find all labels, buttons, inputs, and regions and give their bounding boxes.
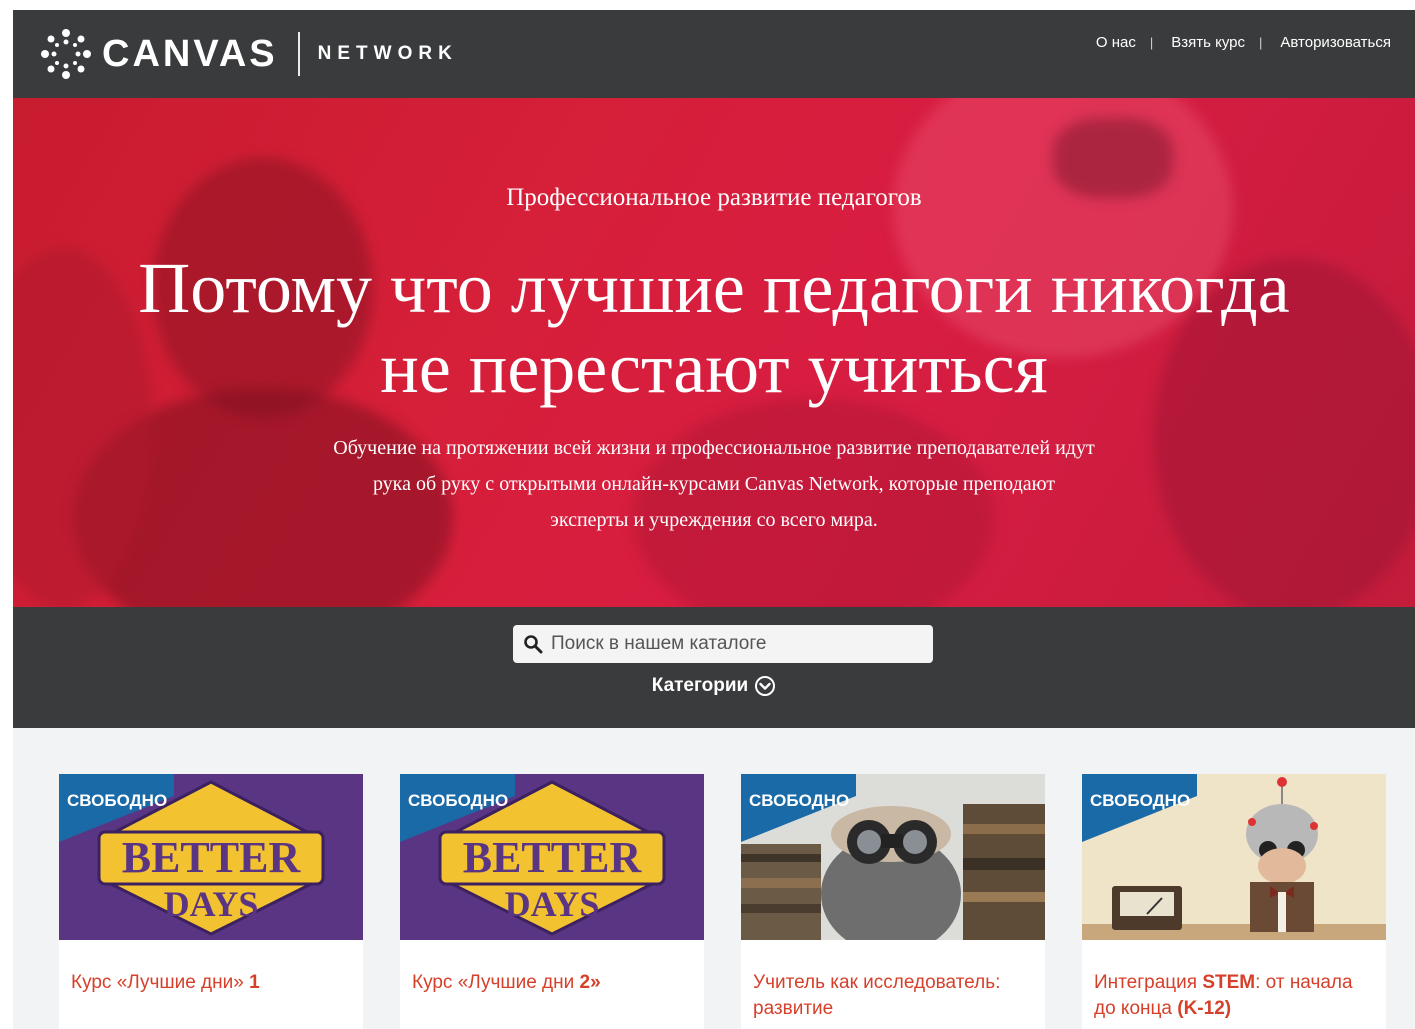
course-title[interactable]: Учитель как исследователь: развитие — [753, 970, 1033, 1022]
logo-network-text: NETWORK — [317, 43, 458, 64]
free-badge-label: СВОБОДНО — [67, 791, 168, 810]
logo-canvas-text: CANVAS — [102, 32, 278, 75]
top-header: CANVAS NETWORK О нас | Взять курс | Авто… — [13, 10, 1415, 98]
canvas-logo-icon — [41, 29, 91, 79]
chevron-down-circle-icon — [755, 676, 776, 696]
nav-login-link[interactable]: Авторизоваться — [1280, 34, 1391, 51]
catalog-search-box[interactable] — [513, 625, 933, 663]
nav-take-course-link[interactable]: Взять курс — [1171, 34, 1245, 51]
course-title-bold: 2» — [579, 972, 601, 993]
course-title-text: Курс «Лучшие дни — [412, 972, 580, 993]
course-title-text: Интеграция — [1094, 972, 1203, 993]
hero-banner: Профессиональное развитие педагогов Пото… — [13, 98, 1415, 607]
categories-toggle[interactable]: Категории — [13, 675, 1415, 697]
catalog-search-input[interactable] — [551, 633, 921, 655]
free-badge-label: СВОБОДНО — [408, 791, 509, 810]
hero-kicker: Профессиональное развитие педагогов — [506, 184, 922, 211]
free-badge-label: СВОБОДНО — [749, 791, 850, 810]
course-card[interactable]: СВОБОДНО Интеграция STEM: от начала до к… — [1082, 774, 1386, 1029]
hero-content: Профессиональное развитие педагогов Пото… — [13, 98, 1415, 607]
course-title[interactable]: Курс «Лучшие дни 2» — [412, 970, 692, 996]
course-title[interactable]: Курс «Лучшие дни» 1 — [71, 970, 351, 996]
search-band: Категории — [13, 607, 1415, 728]
days-text: DAYS — [164, 884, 259, 924]
logo-divider — [297, 32, 300, 76]
course-title-bold: 1 — [249, 972, 260, 993]
course-card[interactable]: BETTER DAYS СВОБОДНО Курс «Лучшие дни» 1 — [59, 774, 363, 1029]
days-text: DAYS — [505, 884, 600, 924]
top-navigation: О нас | Взять курс | Авторизоваться — [1096, 34, 1391, 51]
nav-about-link[interactable]: О нас — [1096, 34, 1136, 51]
page-frame: CANVAS NETWORK О нас | Взять курс | Авто… — [13, 10, 1415, 1029]
categories-label: Категории — [651, 675, 749, 696]
hero-description: Обучение на протяжении всей жизни и проф… — [333, 437, 1095, 531]
nav-separator: | — [1259, 35, 1263, 50]
course-title-bold: STEM — [1202, 972, 1256, 993]
course-card[interactable]: СВОБОДНО Учитель как исследователь: разв… — [741, 774, 1045, 1029]
search-icon — [524, 635, 543, 654]
free-badge-label: СВОБОДНО — [1090, 791, 1191, 810]
nav-separator: | — [1149, 35, 1154, 50]
course-title-text: Курс «Лучшие дни» — [71, 972, 250, 993]
hero-title: Потому что лучшие педагоги никогда не пе… — [138, 248, 1290, 408]
canvas-network-logo[interactable]: CANVAS NETWORK — [40, 28, 458, 80]
course-card[interactable]: BETTER DAYS СВОБОДНО Курс «Лучшие дни 2» — [400, 774, 704, 1029]
course-title-bold: (K-12) — [1177, 998, 1232, 1019]
course-title[interactable]: Интеграция STEM: от начала до конца (K-1… — [1094, 970, 1374, 1022]
